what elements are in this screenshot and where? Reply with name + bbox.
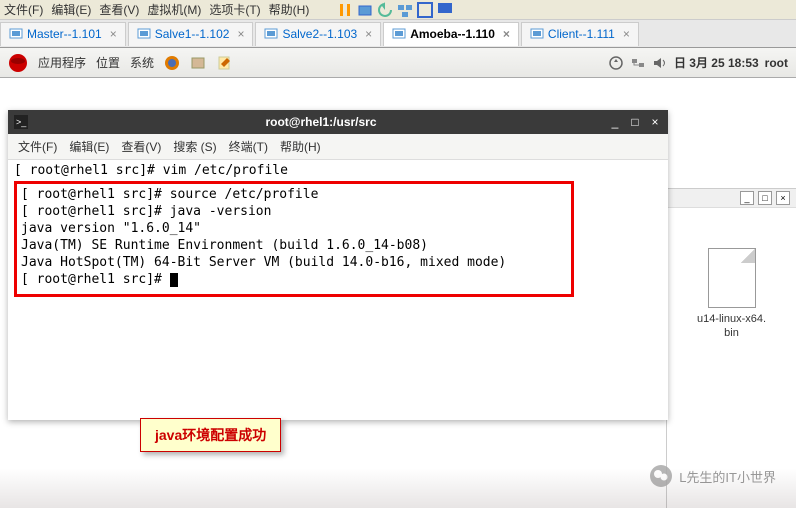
side-titlebar: _ □ × — [667, 189, 796, 208]
tab-salve1[interactable]: Salve1--1.102 × — [128, 22, 254, 46]
close-button[interactable]: × — [776, 191, 790, 205]
close-icon[interactable]: × — [623, 27, 630, 41]
tab-amoeba[interactable]: Amoeba--1.110 × — [383, 22, 519, 46]
term-menu-search[interactable]: 搜索 (S) — [173, 138, 216, 155]
tab-label: Salve2--1.103 — [282, 27, 357, 41]
cursor — [170, 273, 178, 287]
desktop-area: _ □ × u14-linux-x64. bin >_ root@rhel1:/… — [0, 78, 796, 508]
maximize-button[interactable]: □ — [628, 115, 642, 129]
terminal-line: java version "1.6.0_14" — [21, 220, 567, 237]
vm-tab-icon — [264, 27, 278, 41]
revert-icon[interactable] — [377, 2, 393, 18]
wechat-icon — [649, 464, 673, 488]
manage-icon[interactable] — [397, 2, 413, 18]
annotation-callout: java环境配置成功 — [140, 418, 281, 452]
file-name: u14-linux-x64. bin — [682, 312, 782, 340]
watermark: L先生的IT小世界 — [649, 464, 776, 488]
minimize-button[interactable]: _ — [740, 191, 754, 205]
menu-tabs[interactable]: 选项卡(T) — [209, 1, 260, 18]
terminal-line: [ root@rhel1 src]# java -version — [21, 203, 567, 220]
gedit-icon[interactable] — [216, 55, 232, 71]
gnome-panel: 应用程序 位置 系统 日 3月 25 18:53 root — [0, 48, 796, 78]
terminal-line: [ root@rhel1 src]# vim /etc/profile — [14, 162, 662, 179]
nautilus-icon[interactable] — [190, 55, 206, 71]
menu-file[interactable]: 文件(F) — [4, 1, 43, 18]
terminal-line: Java HotSpot(TM) 64-Bit Server VM (build… — [21, 254, 567, 271]
svg-text:>_: >_ — [16, 117, 27, 127]
pause-icon[interactable] — [337, 2, 353, 18]
vm-tab-icon — [530, 27, 544, 41]
file-icon — [708, 248, 756, 308]
terminal-icon: >_ — [14, 115, 28, 129]
snapshot-icon[interactable] — [357, 2, 373, 18]
close-icon[interactable]: × — [365, 27, 372, 41]
terminal-body[interactable]: [ root@rhel1 src]# vim /etc/profile [ ro… — [8, 160, 668, 420]
system-tray: 日 3月 25 18:53 root — [608, 54, 788, 71]
update-icon[interactable] — [608, 55, 624, 71]
vm-tab-icon — [9, 27, 23, 41]
user-label[interactable]: root — [765, 56, 788, 70]
terminal-line: [ root@rhel1 src]# source /etc/profile — [21, 186, 567, 203]
highlight-box: [ root@rhel1 src]# source /etc/profile [… — [14, 181, 574, 297]
file-item[interactable]: u14-linux-x64. bin — [682, 248, 782, 340]
menu-edit[interactable]: 编辑(E) — [51, 1, 91, 18]
vm-tab-icon — [392, 27, 406, 41]
window-title: root@rhel1:/usr/src — [34, 115, 608, 129]
menu-view[interactable]: 查看(V) — [99, 1, 139, 18]
system-menu[interactable]: 系统 — [130, 54, 154, 71]
term-menu-help[interactable]: 帮助(H) — [280, 138, 321, 155]
term-menu-file[interactable]: 文件(F) — [18, 138, 57, 155]
volume-icon[interactable] — [652, 55, 668, 71]
tab-label: Amoeba--1.110 — [410, 27, 495, 41]
close-button[interactable]: × — [648, 115, 662, 129]
fullscreen-icon[interactable] — [417, 2, 433, 18]
vm-menu-bar: 文件(F) 编辑(E) 查看(V) 虚拟机(M) 选项卡(T) 帮助(H) — [0, 0, 796, 20]
tab-label: Master--1.101 — [27, 27, 102, 41]
tab-salve2[interactable]: Salve2--1.103 × — [255, 22, 381, 46]
vm-toolbar — [337, 2, 453, 18]
terminal-prompt: [ root@rhel1 src]# — [21, 271, 567, 288]
terminal-line: Java(TM) SE Runtime Environment (build 1… — [21, 237, 567, 254]
menu-vm[interactable]: 虚拟机(M) — [147, 1, 201, 18]
term-menu-view[interactable]: 查看(V) — [121, 138, 161, 155]
tab-master[interactable]: Master--1.101 × — [0, 22, 126, 46]
close-icon[interactable]: × — [237, 27, 244, 41]
tabs-bar: Master--1.101 × Salve1--1.102 × Salve2--… — [0, 20, 796, 48]
tab-label: Client--1.111 — [548, 27, 615, 41]
clock[interactable]: 日 3月 25 18:53 — [674, 54, 759, 71]
terminal-titlebar[interactable]: >_ root@rhel1:/usr/src _ □ × — [8, 110, 668, 134]
vm-tab-icon — [137, 27, 151, 41]
term-menu-edit[interactable]: 编辑(E) — [69, 138, 109, 155]
file-manager-window: _ □ × u14-linux-x64. bin — [666, 188, 796, 508]
places-menu[interactable]: 位置 — [96, 54, 120, 71]
maximize-button[interactable]: □ — [758, 191, 772, 205]
close-icon[interactable]: × — [503, 27, 510, 41]
apps-menu[interactable]: 应用程序 — [38, 54, 86, 71]
tab-client[interactable]: Client--1.111 × — [521, 22, 639, 46]
minimize-button[interactable]: _ — [608, 115, 622, 129]
term-menu-terminal[interactable]: 终端(T) — [229, 138, 268, 155]
watermark-text: L先生的IT小世界 — [679, 467, 776, 486]
terminal-menu: 文件(F) 编辑(E) 查看(V) 搜索 (S) 终端(T) 帮助(H) — [8, 134, 668, 160]
terminal-window: >_ root@rhel1:/usr/src _ □ × 文件(F) 编辑(E)… — [8, 110, 668, 420]
close-icon[interactable]: × — [110, 27, 117, 41]
unity-icon[interactable] — [437, 2, 453, 18]
redhat-icon[interactable] — [8, 53, 28, 73]
network-icon[interactable] — [630, 55, 646, 71]
menu-help[interactable]: 帮助(H) — [269, 1, 310, 18]
tab-label: Salve1--1.102 — [155, 27, 230, 41]
firefox-icon[interactable] — [164, 55, 180, 71]
